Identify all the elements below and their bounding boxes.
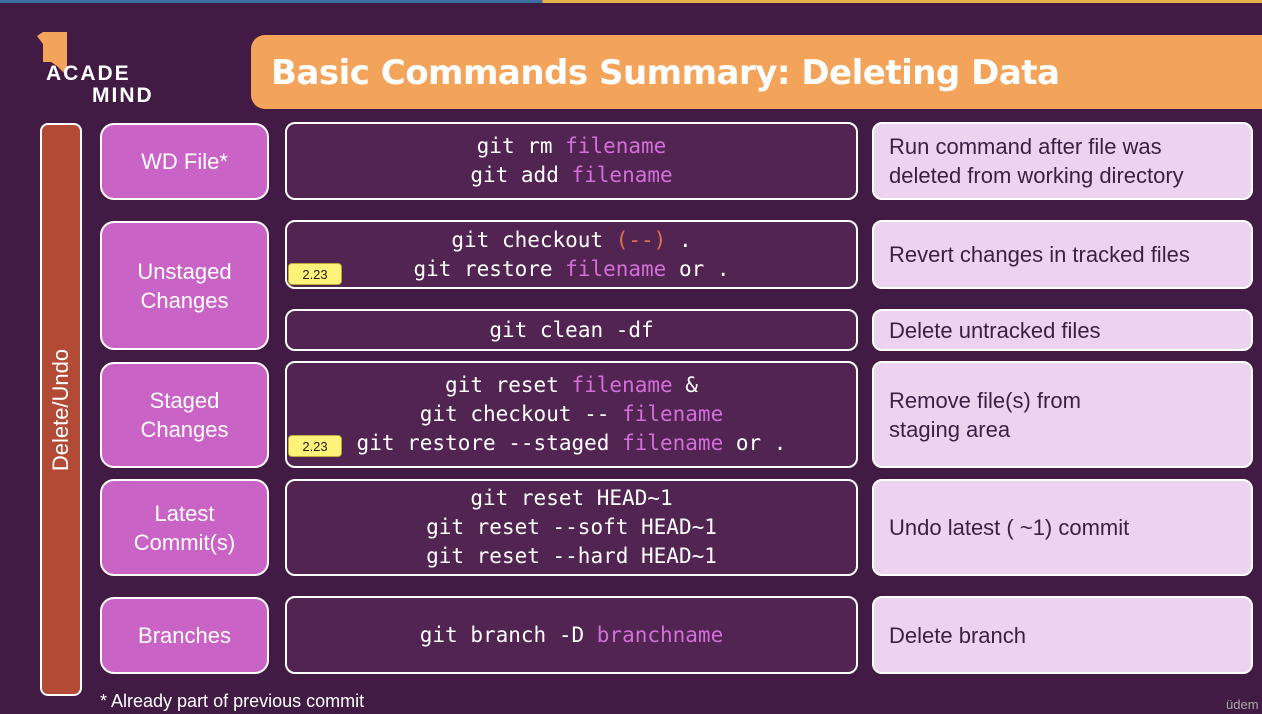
side-label: Delete/Undo — [48, 348, 73, 471]
command-text: git branch -D — [419, 622, 597, 647]
udemy-watermark: üdem — [1226, 697, 1259, 712]
page-title: Basic Commands Summary: Deleting Data — [271, 53, 1060, 93]
top-strip — [0, 0, 1262, 3]
command-line: git reset --hard HEAD~1 — [426, 542, 717, 571]
version-badge-staged: 2.23 — [288, 435, 342, 457]
command-line: git restore --staged filename or . — [357, 429, 787, 458]
description-wd-file: Run command after file was deleted from … — [872, 122, 1253, 200]
command-text: git reset --soft HEAD~1 — [426, 515, 717, 539]
command-text: git reset --hard HEAD~1 — [426, 544, 717, 568]
command-box-staged: git reset filename & git checkout -- file… — [285, 361, 858, 468]
category-wd-file: WD File* — [100, 123, 269, 200]
academind-logo: ACADE MIND — [34, 32, 174, 112]
command-text: git reset — [445, 373, 572, 397]
command-box-unstaged: git checkout (--) . git restore filename … — [285, 220, 858, 289]
description-staged: Remove file(s) from staging area — [872, 361, 1253, 468]
command-placeholder: filename — [622, 402, 724, 426]
command-box-clean: git clean -df — [285, 309, 858, 351]
command-text: or . — [666, 256, 730, 281]
side-label-box: Delete/Undo — [40, 123, 82, 696]
footnote: * Already part of previous commit — [100, 691, 365, 711]
command-text: (--) — [615, 227, 667, 252]
category-staged-changes: Staged Changes — [100, 362, 269, 468]
command-line: git reset --soft HEAD~1 — [426, 513, 717, 542]
command-text: git checkout — [451, 227, 616, 252]
command-line: git rm filename — [477, 132, 667, 161]
command-text: git restore — [413, 256, 566, 281]
command-line: git reset filename & — [445, 371, 698, 400]
command-text: git checkout -- — [419, 402, 623, 426]
command-line: git reset HEAD~1 — [470, 484, 672, 513]
command-line: git checkout -- filename — [420, 400, 723, 429]
command-placeholder: filename — [565, 256, 667, 281]
command-text: git reset HEAD~1 — [470, 486, 673, 510]
command-line: git branch -D branchname — [420, 621, 723, 650]
command-box-wd-file: git rm filename git add filename — [285, 122, 858, 200]
command-text: . — [666, 227, 692, 252]
command-box-latest-commits: git reset HEAD~1 git reset --soft HEAD~1 g… — [285, 479, 858, 576]
command-line: git restore filename or . — [413, 255, 729, 284]
category-branches: Branches — [100, 597, 269, 674]
command-text: & — [672, 373, 698, 397]
command-text: git rm — [476, 134, 566, 158]
description-unstaged: Revert changes in tracked files — [872, 220, 1253, 289]
category-unstaged-changes: Unstaged Changes — [100, 221, 269, 350]
command-text: git restore --staged — [356, 431, 623, 455]
command-box-branches: git branch -D branchname — [285, 596, 858, 674]
command-text: or . — [723, 431, 787, 455]
command-placeholder: filename — [622, 431, 724, 455]
description-latest-commits: Undo latest ( ~1) commit — [872, 479, 1253, 576]
command-text: git add — [470, 163, 572, 187]
command-placeholder: branchname — [596, 622, 724, 647]
command-placeholder: filename — [565, 134, 667, 158]
command-text: git clean -df — [489, 317, 654, 342]
description-clean: Delete untracked files — [872, 309, 1253, 351]
command-line: git checkout (--) . — [451, 226, 691, 255]
description-branches: Delete branch — [872, 596, 1253, 674]
command-line: git add filename — [470, 161, 672, 190]
command-placeholder: filename — [571, 163, 673, 187]
category-latest-commits: Latest Commit(s) — [100, 479, 269, 576]
logo-text-line1: ACADE — [46, 62, 131, 85]
version-badge-unstaged: 2.23 — [288, 263, 342, 285]
command-placeholder: filename — [571, 373, 673, 397]
command-line: git clean -df — [489, 316, 653, 345]
logo-text-line2: MIND — [92, 84, 154, 107]
title-bar: Basic Commands Summary: Deleting Data — [251, 35, 1262, 109]
